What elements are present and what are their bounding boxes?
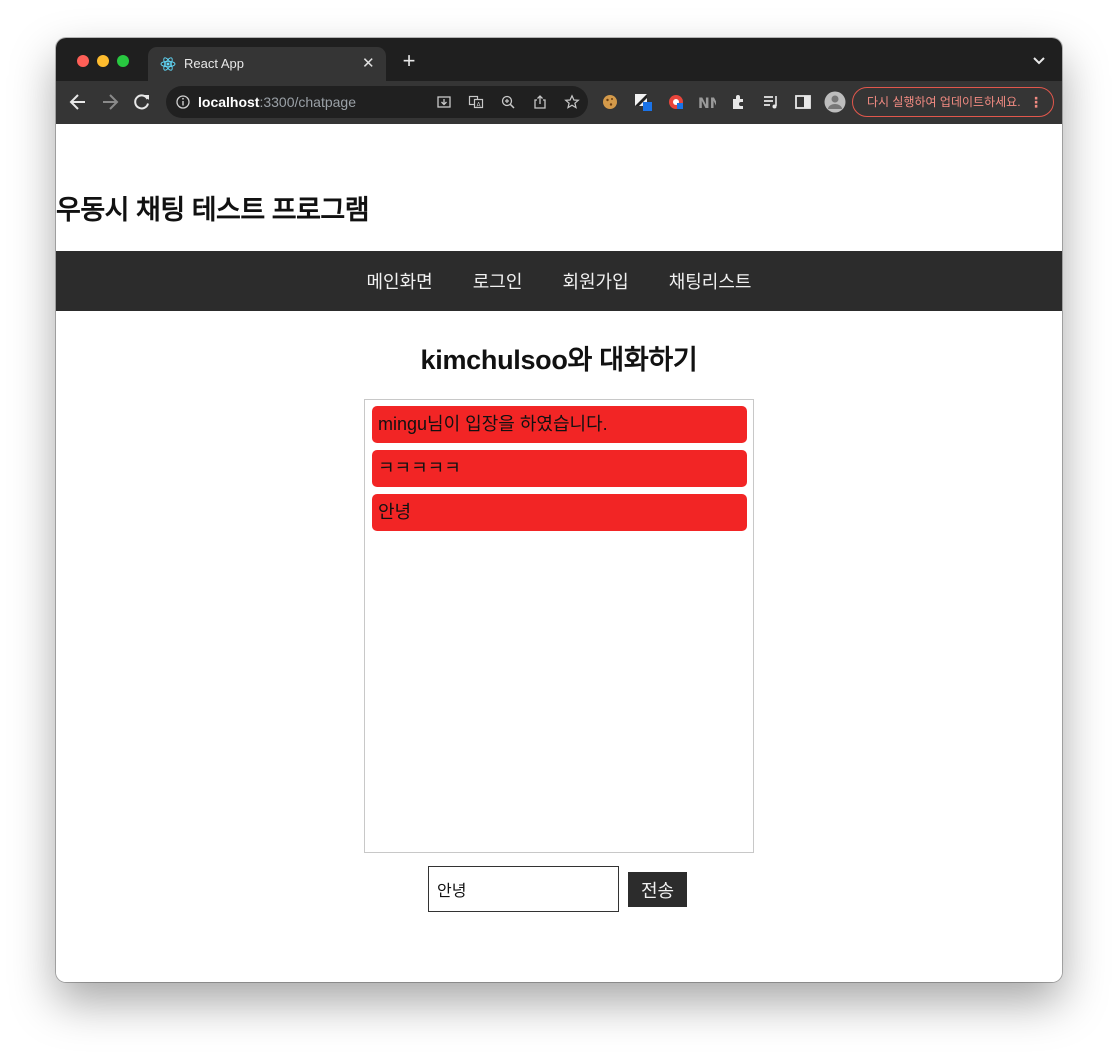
nm-extension-icon[interactable]: NN xyxy=(698,93,716,111)
info-icon[interactable] xyxy=(176,95,190,109)
tab-close-icon[interactable]: ✕ xyxy=(362,55,375,73)
side-panel-icon[interactable] xyxy=(794,93,812,111)
nav-link-login[interactable]: 로그인 xyxy=(473,268,523,294)
site-title: 우동시 채팅 테스트 프로그램 xyxy=(56,195,370,225)
extension-icon[interactable] xyxy=(634,93,652,111)
chat-message: 안녕 xyxy=(372,494,747,531)
chat-message-list[interactable]: mingu님이 입장을 하였습니다. ㅋㅋㅋㅋㅋ 안녕 xyxy=(364,399,754,853)
close-window-button[interactable] xyxy=(77,55,89,67)
nav-link-chat-list[interactable]: 채팅리스트 xyxy=(669,268,752,294)
maximize-window-button[interactable] xyxy=(117,55,129,67)
browser-tab[interactable]: React App ✕ xyxy=(148,47,386,81)
nav-link-signup[interactable]: 회원가입 xyxy=(562,268,628,294)
forward-arrow-icon[interactable] xyxy=(100,92,120,112)
url-text[interactable]: localhost:3300/chatpage xyxy=(198,94,356,110)
react-icon xyxy=(160,57,176,71)
minimize-window-button[interactable] xyxy=(97,55,109,67)
new-tab-button[interactable]: + xyxy=(398,50,420,73)
message-input[interactable] xyxy=(428,866,619,912)
more-menu-icon[interactable]: ⋮ xyxy=(1029,88,1043,116)
chat-heading: kimchulsoo와 대화하기 xyxy=(420,345,698,375)
nav-link-main[interactable]: 메인화면 xyxy=(367,268,433,294)
reload-icon[interactable] xyxy=(132,92,152,112)
update-button[interactable]: 다시 실행하여 업데이트하세요. ⋮ xyxy=(852,87,1054,117)
profile-avatar[interactable] xyxy=(824,91,846,113)
translate-icon[interactable]: A xyxy=(468,94,484,110)
address-bar[interactable]: localhost:3300/chatpage A xyxy=(166,86,588,118)
main-navbar: 메인화면 로그인 회원가입 채팅리스트 xyxy=(56,251,1062,311)
tab-title: React App xyxy=(184,56,244,71)
share-icon[interactable] xyxy=(532,94,548,110)
chevron-down-icon[interactable] xyxy=(1032,55,1046,67)
back-arrow-icon[interactable] xyxy=(68,92,88,112)
cookie-extension-icon[interactable] xyxy=(601,93,619,111)
bookmark-star-icon[interactable] xyxy=(564,94,580,110)
browser-window: React App ✕ + localhost:3300/chatpage A … xyxy=(56,38,1062,982)
page-content: 우동시 채팅 테스트 프로그램 메인화면 로그인 회원가입 채팅리스트 kimc… xyxy=(56,124,1062,982)
tab-strip: React App ✕ + xyxy=(56,38,1062,81)
update-button-label: 다시 실행하여 업데이트하세요. xyxy=(867,95,1021,109)
zoom-icon[interactable] xyxy=(500,94,516,110)
browser-toolbar: localhost:3300/chatpage A NN 다시 실행하여 업데이… xyxy=(56,81,1062,124)
url-host: localhost xyxy=(198,94,260,110)
puzzle-icon[interactable] xyxy=(730,93,748,111)
media-control-icon[interactable] xyxy=(762,93,780,111)
chat-message: mingu님이 입장을 하였습니다. xyxy=(372,406,747,443)
send-button[interactable]: 전송 xyxy=(628,872,687,907)
react-devtools-icon[interactable] xyxy=(667,93,685,111)
chat-message: ㅋㅋㅋㅋㅋ xyxy=(372,450,747,487)
svg-text:NN: NN xyxy=(698,96,716,111)
url-path: :3300/chatpage xyxy=(259,94,356,110)
install-app-icon[interactable] xyxy=(436,94,452,110)
